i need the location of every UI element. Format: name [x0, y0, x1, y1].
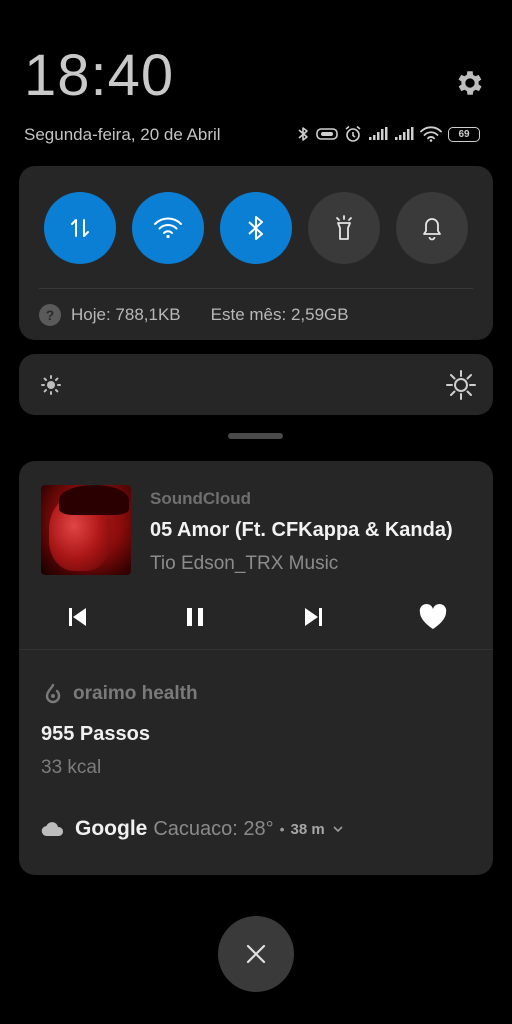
- notifications-card: SoundCloud 05 Amor (Ft. CFKappa & Kanda)…: [19, 461, 493, 875]
- previous-button[interactable]: [59, 599, 95, 635]
- close-icon: [246, 944, 266, 964]
- wifi-toggle[interactable]: [132, 192, 204, 264]
- brightness-high-icon: [445, 369, 477, 406]
- status-bar-icons: 69: [296, 122, 480, 146]
- song-artist: Tio Edson_TRX Music: [150, 553, 339, 574]
- bell-icon: [423, 218, 441, 241]
- panel-drag-handle[interactable]: [228, 433, 283, 439]
- help-icon: ?: [39, 304, 61, 326]
- gear-icon[interactable]: [454, 67, 486, 99]
- wifi-icon: [420, 126, 442, 142]
- bluetooth-icon: [248, 216, 263, 240]
- signal-icon: [368, 127, 388, 141]
- bluetooth-toggle[interactable]: [220, 192, 292, 264]
- data-transfer-icon: [71, 219, 89, 237]
- health-app-name: oraimo health: [73, 683, 198, 704]
- mobile-data-toggle[interactable]: [44, 192, 116, 264]
- song-title: 05 Amor (Ft. CFKappa & Kanda): [150, 519, 453, 541]
- brightness-slider[interactable]: [19, 354, 493, 415]
- battery-icon: 69: [448, 126, 480, 142]
- divider: [19, 649, 493, 650]
- skip-next-icon: [305, 608, 322, 626]
- weather-elapsed-time: 38 m: [290, 820, 325, 838]
- divider: [39, 288, 473, 289]
- weather-location-temp: Cacuaco: 28°: [153, 817, 274, 840]
- clear-all-button[interactable]: [218, 916, 294, 992]
- clock: 18:40: [24, 43, 175, 108]
- separator-dot: •: [279, 821, 285, 837]
- pause-button[interactable]: [177, 599, 213, 635]
- weather-source: Google: [75, 817, 148, 840]
- next-button[interactable]: [296, 599, 332, 635]
- notifications-toggle[interactable]: [396, 192, 468, 264]
- vibrate-icon: [316, 127, 338, 141]
- flashlight-icon: [336, 215, 352, 240]
- signal-icon: [394, 127, 414, 141]
- oraimo-logo-icon: [45, 683, 61, 704]
- health-app-header[interactable]: oraimo health: [43, 683, 198, 705]
- date: Segunda-feira, 20 de Abril: [24, 125, 221, 144]
- calories: 33 kcal: [41, 757, 102, 778]
- pause-icon: [187, 608, 203, 626]
- quick-settings-panel: ? Hoje: 788,1KB Este mês: 2,59GB: [19, 166, 493, 340]
- alarm-icon: [344, 125, 362, 143]
- like-button[interactable]: [415, 599, 451, 635]
- weather-notification[interactable]: Google Cacuaco: 28° • 38 m: [41, 817, 345, 841]
- flashlight-toggle[interactable]: [308, 192, 380, 264]
- wifi-icon: [154, 217, 182, 239]
- data-usage-row[interactable]: ? Hoje: 788,1KB Este mês: 2,59GB: [39, 302, 349, 328]
- data-month: Este mês: 2,59GB: [210, 305, 349, 324]
- steps-count: 955 Passos: [41, 723, 150, 745]
- media-app-name: SoundCloud: [150, 489, 252, 508]
- bluetooth-icon: [296, 126, 310, 142]
- album-art[interactable]: [41, 485, 131, 575]
- heart-icon: [419, 604, 447, 629]
- chevron-down-icon: [333, 826, 343, 833]
- skip-previous-icon: [69, 608, 86, 626]
- brightness-low-icon: [39, 373, 63, 402]
- cloud-icon: [41, 822, 64, 837]
- data-today: Hoje: 788,1KB: [71, 305, 181, 324]
